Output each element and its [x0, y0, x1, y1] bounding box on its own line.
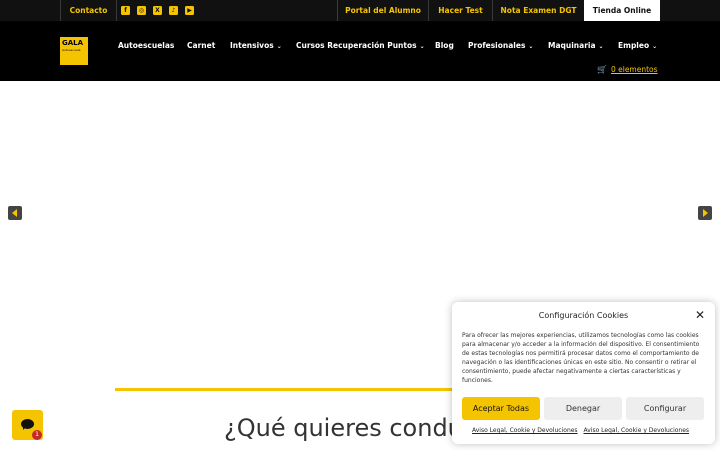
nav-label: Blog [435, 41, 454, 50]
nav-intensivos[interactable]: Intensivos ⌄ [230, 41, 282, 52]
facebook-icon[interactable]: f [121, 6, 130, 15]
nav-blog[interactable]: Blog [435, 41, 454, 51]
nav-label: Carnet [187, 41, 216, 50]
chevron-down-icon: ⌄ [652, 43, 658, 50]
configure-button[interactable]: Configurar [626, 397, 704, 420]
nav-profesionales[interactable]: Profesionales ⌄ [468, 41, 533, 52]
main-header: GALA Autoescuela Autoescuelas Carnet Int… [0, 21, 720, 81]
tiktok-icon[interactable]: ♪ [169, 6, 178, 15]
nav-label: Intensivos [230, 41, 274, 50]
nota-examen-link[interactable]: Nota Examen DGT [493, 0, 584, 21]
logo-subtext: Autoescuela [62, 48, 81, 52]
cart-link[interactable]: 🛒 0 elementos [597, 65, 658, 75]
nav-label: Maquinaria [548, 41, 596, 50]
nav-label: Profesionales [468, 41, 526, 50]
youtube-icon[interactable]: ▶ [185, 6, 194, 15]
cookie-dialog: Configuración Cookies ✕ Para ofrecer las… [452, 302, 715, 444]
deny-button[interactable]: Denegar [544, 397, 622, 420]
slider-next-button[interactable] [698, 206, 712, 220]
cookie-body: Para ofrecer las mejores experiencias, u… [462, 332, 700, 384]
nav-carnet[interactable]: Carnet [187, 41, 215, 51]
portal-alumno-link[interactable]: Portal del Alumno [338, 0, 428, 21]
nav-empleo[interactable]: Empleo ⌄ [618, 41, 657, 52]
nav-label: Cursos Recuperación Puntos [296, 41, 417, 50]
divider [115, 388, 455, 391]
close-icon[interactable]: ✕ [695, 309, 705, 321]
hacer-test-link[interactable]: Hacer Test [429, 0, 492, 21]
notification-badge: 1 [32, 430, 42, 440]
slider-prev-button[interactable] [8, 206, 22, 220]
chevron-down-icon: ⌄ [276, 43, 282, 50]
cookie-links: Aviso Legal, Cookie y Devoluciones Aviso… [472, 426, 693, 435]
x-icon[interactable]: X [153, 6, 162, 15]
cart-label: 0 elementos [610, 65, 658, 74]
logo-text: GALA [62, 39, 84, 47]
nav-cursos[interactable]: Cursos Recuperación Puntos ⌄ [296, 41, 425, 52]
nav-label: Autoescuelas [118, 41, 175, 50]
tienda-online-link[interactable]: Tienda Online [584, 0, 660, 21]
nav-maquinaria[interactable]: Maquinaria ⌄ [548, 41, 604, 52]
chevron-down-icon: ⌄ [419, 43, 425, 50]
instagram-icon[interactable]: ◎ [137, 6, 146, 15]
chevron-down-icon: ⌄ [598, 43, 604, 50]
top-bar: Contacto f ◎ X ♪ ▶ Portal del Alumno Hac… [0, 0, 720, 21]
nav-autoescuelas[interactable]: Autoescuelas [118, 41, 174, 51]
logo[interactable]: GALA Autoescuela [60, 37, 88, 65]
legal-link[interactable]: Aviso Legal, Cookie y Devoluciones [583, 427, 689, 434]
chevron-down-icon: ⌄ [528, 43, 534, 50]
divider [116, 0, 117, 21]
contact-link[interactable]: Contacto [61, 0, 116, 21]
cookie-title: Configuración Cookies [538, 311, 629, 320]
chat-button[interactable]: 1 [12, 410, 43, 440]
nav-label: Empleo [618, 41, 650, 50]
chat-bubble-icon [21, 419, 34, 430]
legal-link[interactable]: Aviso Legal, Cookie y Devoluciones [472, 427, 578, 434]
cart-icon: 🛒 [597, 65, 607, 74]
section-heading: ¿Qué quieres condu [224, 414, 463, 442]
accept-all-button[interactable]: Aceptar Todas [462, 397, 540, 420]
